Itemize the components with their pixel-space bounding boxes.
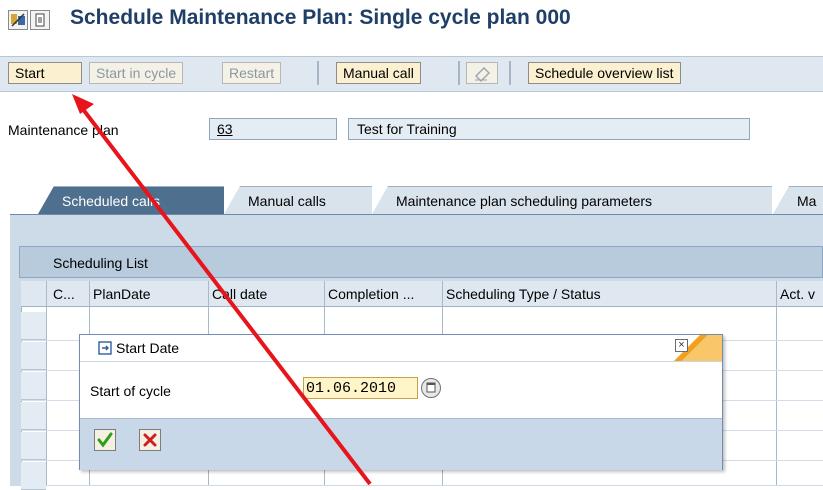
- tab-scheduling-parameters[interactable]: Maintenance plan scheduling parameters: [372, 186, 772, 214]
- row-selector[interactable]: [21, 372, 46, 400]
- maintenance-plan-label: Maintenance plan: [8, 122, 119, 138]
- cancel-x-icon[interactable]: [139, 429, 161, 451]
- grid-divider: [46, 281, 47, 485]
- row-selector[interactable]: [21, 462, 46, 490]
- row-selector[interactable]: [21, 432, 46, 460]
- start-of-cycle-label: Start of cycle: [90, 383, 171, 399]
- tab-more[interactable]: Ma: [773, 186, 823, 214]
- eraser-icon[interactable]: [466, 62, 498, 84]
- maintenance-plan-description-field: Test for Training: [348, 118, 750, 140]
- start-of-cycle-field[interactable]: [303, 377, 418, 399]
- dialog-title: Start Date: [116, 340, 180, 356]
- document-icon[interactable]: [30, 10, 50, 30]
- schedule-overview-list-button[interactable]: Schedule overview list: [528, 62, 681, 84]
- column-header[interactable]: C...: [53, 286, 75, 302]
- tab-manual-calls[interactable]: Manual calls: [224, 186, 372, 214]
- dialog-footer: [80, 418, 722, 470]
- column-header[interactable]: Act. v: [780, 286, 815, 302]
- display-change-icon[interactable]: [8, 10, 28, 30]
- page-title: Schedule Maintenance Plan: Single cycle …: [70, 6, 571, 29]
- row-selector[interactable]: [21, 402, 46, 430]
- restart-button[interactable]: Restart: [222, 62, 282, 84]
- toolbar-separator: [509, 61, 511, 85]
- row-selector[interactable]: [21, 312, 46, 340]
- row-selector[interactable]: [21, 342, 46, 370]
- toolbar-separator: [317, 61, 319, 85]
- tab-scheduled-calls[interactable]: Scheduled calls: [38, 186, 224, 214]
- column-header[interactable]: PlanDate: [93, 286, 151, 302]
- start-button[interactable]: Start: [8, 62, 82, 84]
- continue-checkmark-icon[interactable]: [94, 429, 116, 451]
- close-icon[interactable]: ×: [675, 339, 688, 352]
- column-header[interactable]: Scheduling Type / Status: [446, 286, 601, 302]
- dialog-window-icon: [98, 341, 112, 355]
- calendar-help-icon[interactable]: [421, 378, 441, 398]
- column-header[interactable]: Completion ...: [328, 286, 414, 302]
- column-header[interactable]: Call date: [212, 286, 267, 302]
- scheduling-list-title: Scheduling List: [53, 255, 148, 271]
- maintenance-plan-field[interactable]: 63: [209, 118, 337, 140]
- start-in-cycle-button[interactable]: Start in cycle: [89, 62, 184, 84]
- manual-call-button[interactable]: Manual call: [336, 62, 421, 84]
- grid-divider: [776, 281, 777, 485]
- toolbar-separator: [458, 61, 460, 85]
